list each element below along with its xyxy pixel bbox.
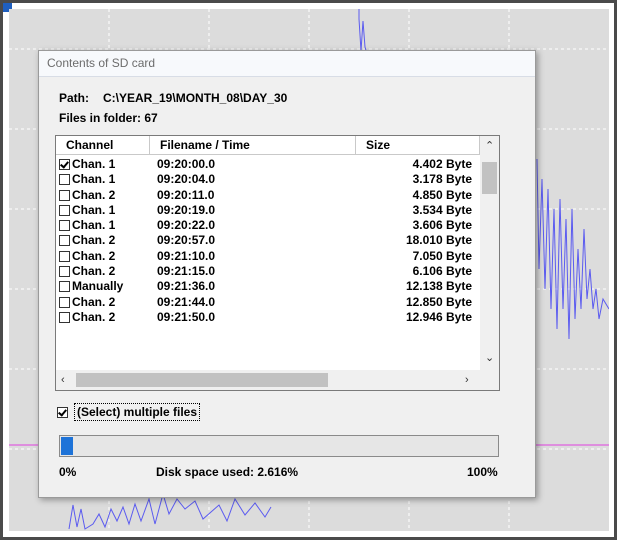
column-header-channel[interactable]: Channel: [56, 136, 150, 155]
chevron-right-icon[interactable]: ›: [465, 374, 469, 386]
channel-name: Chan. 1: [72, 172, 116, 187]
column-header-filename[interactable]: Filename / Time: [150, 136, 356, 155]
channel-name: Chan. 2: [72, 264, 116, 279]
channel-name: Chan. 2: [72, 233, 116, 248]
time-cell: 09:21:10.0: [157, 248, 216, 263]
chevron-down-icon[interactable]: ⌄: [485, 352, 494, 364]
vertical-scroll-thumb[interactable]: [482, 162, 497, 194]
row-checkbox[interactable]: [59, 159, 70, 170]
table-row[interactable]: Chan. 1 09:20:22.0 3.606 Byte: [56, 218, 480, 233]
size-cell: 3.606 Byte: [412, 218, 472, 233]
row-checkbox[interactable]: [59, 189, 70, 201]
row-checkbox[interactable]: [59, 204, 70, 216]
row-checkbox[interactable]: [59, 296, 70, 308]
horizontal-scroll-thumb[interactable]: [76, 373, 328, 387]
channel-cell: Chan. 1: [59, 172, 115, 187]
progress-max-label: 100%: [467, 465, 498, 479]
size-cell: 4.850 Byte: [412, 187, 472, 202]
channel-name: Chan. 2: [72, 248, 116, 263]
disk-usage-fill: [61, 437, 73, 455]
channel-cell: Chan. 2: [59, 264, 115, 279]
time-cell: 09:20:57.0: [157, 233, 216, 248]
table-row[interactable]: Chan. 2 09:21:50.0 12.946 Byte: [56, 310, 480, 325]
signal-trace-right: [536, 158, 609, 340]
size-cell: 4.402 Byte: [412, 157, 472, 171]
row-checkbox[interactable]: [59, 174, 70, 186]
channel-cell: Manually: [59, 279, 123, 294]
channel-name: Manually: [72, 279, 124, 294]
channel-name: Chan. 1: [72, 202, 116, 217]
time-cell: 09:20:19.0: [157, 202, 216, 217]
channel-cell: Chan. 1: [59, 218, 115, 233]
row-checkbox[interactable]: [59, 281, 70, 293]
time-cell: 09:20:04.0: [157, 172, 216, 187]
table-row[interactable]: Chan. 2 09:21:44.0 12.850 Byte: [56, 295, 480, 310]
file-list[interactable]: Channel Filename / Time Size Chan. 1 09:2…: [55, 135, 500, 391]
horizontal-scrollbar[interactable]: ‹ ›: [56, 370, 499, 390]
path-value: C:\YEAR_19\MONTH_08\DAY_30: [103, 91, 288, 105]
channel-cell: Chan. 2: [59, 233, 115, 248]
table-row[interactable]: Chan. 1 09:20:00.0 4.402 Byte: [56, 157, 480, 172]
table-row[interactable]: Chan. 2 09:20:57.0 18.010 Byte: [56, 233, 480, 248]
path-label: Path:: [59, 91, 89, 105]
chevron-left-icon[interactable]: ‹: [61, 374, 65, 386]
disk-usage-text: Disk space used: 2.616%: [156, 465, 299, 479]
channel-cell: Chan. 2: [59, 249, 115, 264]
disk-usage-bar: [59, 435, 499, 457]
row-checkbox[interactable]: [59, 311, 70, 323]
size-cell: 18.010 Byte: [405, 233, 472, 248]
column-header-size[interactable]: Size: [356, 136, 480, 155]
time-cell: 09:21:50.0: [157, 309, 216, 324]
file-list-header: Channel Filename / Time Size: [56, 136, 480, 156]
channel-cell: Chan. 2: [59, 188, 115, 203]
row-checkbox[interactable]: [59, 220, 70, 232]
table-row[interactable]: Chan. 1 09:20:04.0 3.178 Byte: [56, 172, 480, 187]
channel-cell: Chan. 2: [59, 310, 115, 325]
row-checkbox[interactable]: [59, 235, 70, 247]
channel-name: Chan. 2: [72, 294, 116, 309]
time-cell: 09:21:36.0: [157, 279, 216, 294]
table-row[interactable]: Chan. 1 09:20:19.0 3.534 Byte: [56, 203, 480, 218]
dialog-title: Contents of SD card: [39, 51, 535, 77]
table-row[interactable]: Chan. 2 09:20:11.0 4.850 Byte: [56, 188, 480, 203]
time-cell: 09:21:15.0: [157, 264, 216, 279]
channel-name: Chan. 2: [72, 187, 116, 202]
path-info: Path: C:\YEAR_19\MONTH_08\DAY_30: [59, 91, 287, 105]
channel-cell: Chan. 1: [59, 157, 115, 172]
size-cell: 12.138 Byte: [405, 279, 472, 294]
channel-name: Chan. 1: [72, 218, 116, 233]
size-cell: 6.106 Byte: [412, 264, 472, 279]
row-checkbox[interactable]: [59, 266, 70, 278]
time-cell: 09:20:11.0: [157, 187, 215, 202]
row-checkbox[interactable]: [59, 250, 70, 262]
table-row[interactable]: Chan. 2 09:21:10.0 7.050 Byte: [56, 249, 480, 264]
multi-select-option[interactable]: (Select) multiple files: [57, 403, 201, 421]
multi-select-label[interactable]: (Select) multiple files: [74, 403, 201, 421]
channel-cell: Chan. 1: [59, 203, 115, 218]
files-count: Files in folder: 67: [59, 111, 158, 125]
file-list-rows: Chan. 1 09:20:00.0 4.402 Byte Chan. 1 09:20:…: [56, 157, 480, 370]
vertical-scrollbar[interactable]: ⌃ ⌄: [480, 136, 499, 370]
table-row[interactable]: Manually 09:21:36.0 12.138 Byte: [56, 279, 480, 294]
table-row[interactable]: Chan. 2 09:21:15.0 6.106 Byte: [56, 264, 480, 279]
size-cell: 12.946 Byte: [405, 309, 472, 324]
channel-name: Chan. 2: [72, 309, 116, 324]
time-cell: 09:20:22.0: [157, 218, 216, 233]
channel-cell: Chan. 2: [59, 295, 115, 310]
signal-trace-bottom: [68, 492, 272, 530]
multi-select-checkbox[interactable]: [57, 406, 68, 418]
size-cell: 12.850 Byte: [405, 294, 472, 309]
channel-name: Chan. 1: [72, 157, 116, 171]
time-cell: 09:20:00.0: [157, 157, 216, 171]
signal-trace-top: [358, 9, 368, 55]
size-cell: 7.050 Byte: [412, 248, 472, 263]
time-cell: 09:21:44.0: [157, 294, 216, 309]
chevron-up-icon[interactable]: ⌃: [485, 140, 494, 152]
progress-min-label: 0%: [59, 465, 77, 479]
size-cell: 3.534 Byte: [412, 202, 472, 217]
sd-card-dialog: Contents of SD card Path: C:\YEAR_19\MONT…: [38, 50, 536, 498]
size-cell: 3.178 Byte: [412, 172, 472, 187]
